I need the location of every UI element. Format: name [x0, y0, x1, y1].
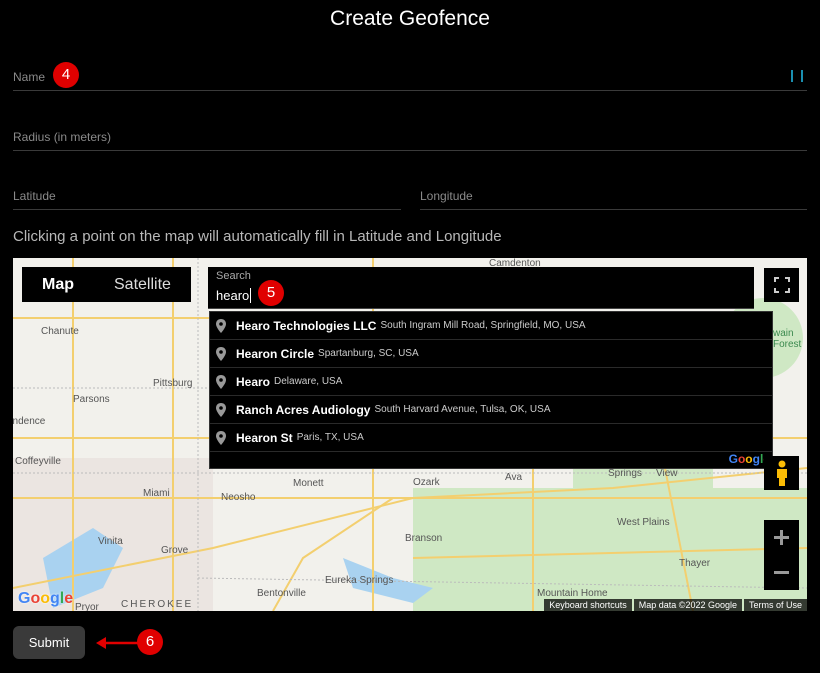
map-attribution: Keyboard shortcuts Map data ©2022 Google…	[542, 599, 807, 611]
map-hint: Clicking a point on the map will automat…	[13, 228, 502, 245]
suggestion-item[interactable]: Hearo Delaware, USA	[210, 368, 772, 396]
map-label: Mountain Home	[537, 588, 608, 599]
map-pin-icon	[216, 402, 226, 417]
map-label: Miami	[143, 488, 170, 499]
map-label: CHEROKEE	[121, 599, 194, 610]
longitude-field[interactable]: Longitude	[420, 187, 807, 210]
map-label: Parsons	[73, 394, 110, 405]
step-5-badge: 5	[258, 280, 284, 306]
suggestion-item[interactable]: Hearon St Paris, TX, USA	[210, 424, 772, 452]
map-label: endence	[13, 416, 46, 427]
zoom-control	[764, 520, 799, 590]
password-manager-icon[interactable]	[791, 70, 803, 82]
zoom-out-icon[interactable]	[764, 555, 799, 590]
map-label: Pryor	[75, 602, 99, 611]
suggestion-item[interactable]: Ranch Acres Audiology South Harvard Avenu…	[210, 396, 772, 424]
map-label: Vinita	[98, 536, 123, 547]
map[interactable]: Chanute Parsons Pittsburg Coffeyville Mi…	[13, 258, 807, 611]
keyboard-shortcuts-link[interactable]: Keyboard shortcuts	[544, 599, 632, 611]
radius-label: Radius (in meters)	[13, 130, 112, 144]
map-label: Ozark	[413, 477, 440, 488]
step-6-badge: 6	[137, 629, 163, 655]
map-label: wain Forest	[773, 328, 802, 350]
map-label: Ava	[505, 472, 523, 483]
street-view-button[interactable]	[764, 456, 799, 490]
latitude-field[interactable]: Latitude	[13, 187, 401, 210]
fullscreen-icon	[773, 277, 790, 293]
step-4-badge: 4	[53, 62, 79, 88]
map-label: Neosho	[221, 492, 256, 503]
map-pin-icon	[216, 374, 226, 389]
latitude-label: Latitude	[13, 189, 56, 203]
map-type-satellite-button[interactable]: Satellite	[114, 276, 171, 294]
map-label: Branson	[405, 533, 443, 544]
map-label: Thayer	[679, 558, 711, 569]
longitude-label: Longitude	[420, 189, 473, 203]
map-label: Chanute	[41, 326, 79, 337]
search-suggestions: Hearo Technologies LLC South Ingram Mill …	[209, 311, 773, 469]
pegman-icon	[776, 460, 787, 486]
map-label: Springs	[608, 468, 642, 479]
name-field[interactable]: Name	[13, 68, 807, 91]
suggestion-item[interactable]: Hearon Circle Spartanburg, SC, USA	[210, 340, 772, 368]
search-label: Search	[216, 270, 251, 282]
search-input[interactable]: hearo	[216, 288, 252, 303]
map-label: Coffeyville	[15, 456, 61, 467]
map-label: Eureka Springs	[325, 575, 394, 586]
map-label: View	[656, 468, 678, 479]
submit-button[interactable]: Submit	[13, 626, 85, 659]
page-title: Create Geofence	[330, 7, 490, 30]
map-label: Grove	[161, 545, 189, 556]
zoom-in-icon[interactable]	[764, 520, 799, 555]
map-label: Pittsburg	[153, 378, 193, 389]
map-label: Bentonville	[257, 588, 306, 599]
map-type-control: Map Satellite	[22, 267, 191, 302]
fullscreen-button[interactable]	[764, 268, 799, 302]
terms-of-use-link[interactable]: Terms of Use	[743, 599, 807, 611]
arrow-annotation-icon	[96, 637, 138, 649]
map-label: Monett	[293, 478, 324, 489]
map-search-box[interactable]: Search hearo	[208, 267, 754, 309]
google-logo: Google	[18, 590, 74, 607]
map-pin-icon	[216, 430, 226, 445]
radius-field[interactable]: Radius (in meters)	[13, 128, 807, 151]
map-data-text: Map data ©2022 Google	[633, 599, 742, 611]
suggestion-item[interactable]: Hearo Technologies LLC South Ingram Mill …	[210, 312, 772, 340]
map-pin-icon	[216, 318, 226, 333]
name-label: Name	[13, 70, 46, 84]
map-pin-icon	[216, 346, 226, 361]
map-type-map-button[interactable]: Map	[42, 276, 74, 294]
map-label: West Plains	[617, 517, 670, 528]
